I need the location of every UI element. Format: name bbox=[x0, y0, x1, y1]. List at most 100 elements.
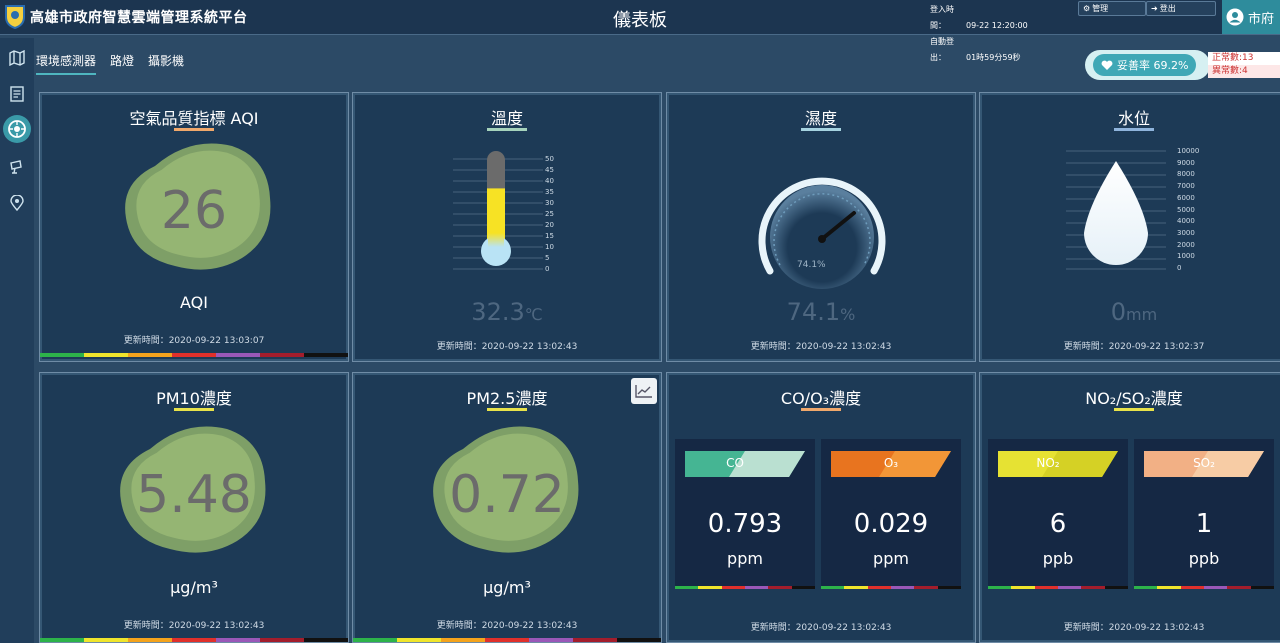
title-underline bbox=[1114, 128, 1154, 131]
tick-label: 25 bbox=[545, 210, 554, 218]
tab-street-lights[interactable]: 路燈 bbox=[110, 52, 134, 75]
tick-label: 8000 bbox=[1177, 170, 1195, 179]
so2-panel: SO₂ 1 ppb bbox=[1134, 439, 1274, 589]
aqi-color-scale bbox=[40, 353, 348, 357]
aqi-card[interactable]: 空氣品質指標 AQI 26 AQI 更新時間：2020-09-22 13:03:… bbox=[39, 92, 349, 362]
user-name: 市府 bbox=[1248, 11, 1275, 27]
tick-label: 50 bbox=[545, 155, 554, 163]
water-unit: mm bbox=[1126, 305, 1158, 324]
o3-color-scale bbox=[821, 586, 961, 589]
co-label: CO bbox=[726, 456, 744, 470]
pm25-updated: 更新時間：2020-09-22 13:02:43 bbox=[436, 621, 578, 631]
card-title: 水位 bbox=[1117, 109, 1150, 128]
tick-label: 6000 bbox=[1177, 193, 1195, 202]
city-logo bbox=[5, 5, 25, 29]
abnormal-count: 異常數:4 bbox=[1208, 65, 1280, 78]
gear-icon: ⚙ bbox=[1083, 4, 1091, 13]
report-icon[interactable] bbox=[7, 84, 27, 104]
tick-label: 40 bbox=[545, 177, 554, 185]
co-o3-updated: 更新時間：2020-09-22 13:02:43 bbox=[750, 623, 892, 633]
co-color-scale bbox=[675, 586, 815, 589]
pm10-color-scale bbox=[40, 638, 348, 642]
card-title: 溫度 bbox=[490, 109, 523, 128]
aqi-updated: 更新時間：2020-09-22 13:03:07 bbox=[123, 336, 265, 346]
login-time: 09-22 12:20:00 bbox=[966, 21, 1028, 30]
co-unit: ppm bbox=[727, 549, 763, 568]
so2-unit: ppb bbox=[1188, 549, 1220, 568]
water-scale: 10000 9000 8000 7000 6000 5000 4000 3000… bbox=[1177, 146, 1199, 275]
session-info: 登入時間： 09-22 12:20:00 自動登出： 01時59分59秒 bbox=[930, 2, 1028, 66]
o3-label: O₃ bbox=[883, 456, 899, 470]
title-underline bbox=[487, 408, 527, 411]
co-value: 0.793 bbox=[707, 509, 783, 539]
tab-env-sensors[interactable]: 環境感測器 bbox=[36, 52, 97, 75]
water-value: 0 bbox=[1110, 298, 1127, 326]
o3-panel: O₃ 0.029 ppm bbox=[821, 439, 961, 589]
normal-count: 正常數:13 bbox=[1212, 53, 1254, 63]
logout-button[interactable]: ➜ 登出 bbox=[1146, 1, 1216, 16]
no2-panel: NO₂ 6 ppb bbox=[988, 439, 1128, 589]
login-time-label: 登入時間： bbox=[930, 5, 954, 30]
pm10-card[interactable]: PM10濃度 5.48 μg/m³ 更新時間：2020-09-22 13:02:… bbox=[39, 372, 349, 643]
no2-so2-updated: 更新時間：2020-09-22 13:02:43 bbox=[1063, 623, 1205, 633]
humidity-gauge bbox=[758, 177, 886, 289]
humidity-value: 74.1 bbox=[786, 298, 841, 326]
humidity-unit: % bbox=[840, 305, 856, 324]
temperature-updated: 更新時間：2020-09-22 13:02:43 bbox=[436, 342, 578, 352]
tick-label: 10000 bbox=[1177, 147, 1200, 155]
admin-label: 管理 bbox=[1092, 4, 1109, 13]
line-chart-icon bbox=[635, 385, 652, 398]
logout-label: 登出 bbox=[1159, 4, 1176, 13]
pm25-value: 0.72 bbox=[449, 465, 565, 525]
humidity-reading: 74.1% bbox=[667, 298, 975, 326]
admin-button[interactable]: ⚙ 管理 bbox=[1078, 1, 1146, 16]
tick-label: 4000 bbox=[1177, 217, 1195, 226]
tick-label: 35 bbox=[545, 188, 554, 196]
auto-logout: 01時59分59秒 bbox=[966, 53, 1021, 62]
tick-label: 45 bbox=[545, 166, 554, 174]
so2-label: SO₂ bbox=[1193, 456, 1215, 470]
location-icon[interactable] bbox=[7, 193, 27, 213]
card-title: NO₂/SO₂濃度 bbox=[1085, 389, 1183, 408]
co-o3-card[interactable]: CO/O₃濃度 CO 0.793 ppm O₃ 0.029 ppm 更新時間：2… bbox=[666, 372, 976, 643]
trend-chart-button[interactable] bbox=[631, 378, 657, 404]
o3-unit: ppm bbox=[873, 549, 909, 568]
card-title: PM10濃度 bbox=[156, 389, 232, 408]
tab-cameras[interactable]: 攝影機 bbox=[148, 52, 184, 75]
o3-value: 0.029 bbox=[853, 509, 929, 539]
tick-label: 3000 bbox=[1177, 228, 1195, 237]
page-title: 儀表板 bbox=[613, 10, 667, 31]
pm25-card[interactable]: PM2.5濃度 0.72 μg/m³ 更新時間：2020-09-22 13:02… bbox=[352, 372, 662, 643]
top-bar: 高雄市政府智慧雲端管理系統平台 儀表板 登入時間： 09-22 12:20:00 … bbox=[0, 0, 1280, 62]
water-updated: 更新時間：2020-09-22 13:02:37 bbox=[1063, 342, 1205, 352]
tick-label: 5000 bbox=[1177, 205, 1195, 214]
tick-label: 20 bbox=[545, 221, 554, 229]
water-level-card[interactable]: 水位 10000 9000 8000 7000 6000 5000 4000 3… bbox=[979, 92, 1280, 362]
tick-label: 30 bbox=[545, 199, 554, 207]
camera-icon[interactable] bbox=[7, 157, 27, 177]
pm25-unit: μg/m³ bbox=[483, 578, 531, 597]
no2-unit: ppb bbox=[1042, 549, 1074, 568]
aqi-unit: AQI bbox=[180, 293, 208, 312]
title-underline bbox=[487, 128, 527, 131]
card-title: CO/O₃濃度 bbox=[780, 389, 862, 408]
app-title: 高雄市政府智慧雲端管理系統平台 bbox=[30, 10, 248, 26]
dashboard-icon[interactable] bbox=[3, 115, 31, 143]
tick-label: 2000 bbox=[1177, 240, 1195, 249]
no2-so2-card[interactable]: NO₂/SO₂濃度 NO₂ 6 ppb SO₂ 1 ppb 更新時間：2020-… bbox=[979, 372, 1280, 643]
user-menu[interactable]: 市府 bbox=[1222, 0, 1280, 34]
card-title: PM2.5濃度 bbox=[466, 389, 548, 408]
sidebar bbox=[0, 38, 34, 643]
map-icon[interactable] bbox=[7, 48, 27, 68]
so2-color-scale bbox=[1134, 586, 1274, 589]
tick-label: 10 bbox=[545, 243, 554, 251]
pm10-unit: μg/m³ bbox=[170, 578, 218, 597]
tick-label: 7000 bbox=[1177, 182, 1195, 191]
pm25-color-scale bbox=[353, 638, 661, 642]
so2-value: 1 bbox=[1195, 509, 1213, 539]
temperature-card[interactable]: 溫度 50 45 40 35 30 25 20 15 10 5 0 32.3℃ … bbox=[352, 92, 662, 362]
temp-scale: 50 45 40 35 30 25 20 15 10 5 0 bbox=[545, 154, 554, 275]
humidity-card[interactable]: 濕度 74.1% 74.1% 更新時間：2020-09-22 13:02:43 bbox=[666, 92, 976, 362]
no2-color-scale bbox=[988, 586, 1128, 589]
temperature-reading: 32.3℃ bbox=[353, 298, 661, 326]
